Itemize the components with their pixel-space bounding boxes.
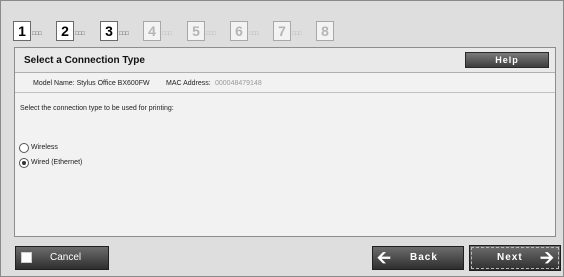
radio-wired-ethernet[interactable] — [19, 158, 29, 168]
step-number: 4 — [143, 21, 161, 41]
option-label[interactable]: Wireless — [31, 142, 58, 153]
back-label: Back — [410, 252, 438, 263]
step-dots: □□□ — [249, 31, 259, 37]
model-name: Model Name: Stylus Office BX600FW — [33, 80, 150, 87]
step-number: 3 — [100, 21, 118, 41]
arrow-left-icon: 🡨 — [377, 248, 391, 267]
cancel-button[interactable]: Cancel — [15, 246, 109, 270]
step-number: 2 — [56, 21, 74, 41]
panel-header: Select a Connection Type Help — [15, 48, 555, 73]
radio-wireless[interactable] — [19, 143, 29, 153]
next-button[interactable]: Next 🡪 — [469, 245, 561, 271]
option-label[interactable]: Wired (Ethernet) — [31, 157, 82, 168]
step-dots: □□□ — [162, 31, 172, 37]
back-button[interactable]: 🡨 Back — [372, 246, 464, 270]
mac-address-value: 000048479148 — [215, 80, 262, 87]
step-number: 1 — [13, 21, 31, 41]
connection-type-panel: Select a Connection Type Help Model Name… — [14, 47, 556, 237]
cancel-label: Cancel — [50, 252, 82, 263]
instruction-text: Select the connection type to be used fo… — [20, 105, 174, 112]
mac-address-label: MAC Address: — [166, 80, 211, 87]
radio-selected-dot — [22, 161, 26, 165]
step-dots: □□□ — [32, 31, 42, 37]
step-number: 5 — [187, 21, 205, 41]
next-label: Next — [497, 252, 523, 263]
page-title: Select a Connection Type — [24, 55, 145, 66]
help-button[interactable]: Help — [465, 52, 549, 68]
step-dots: □□□ — [292, 31, 302, 37]
step-number: 7 — [273, 21, 291, 41]
step-dots: □□□ — [119, 31, 129, 37]
arrow-right-icon: 🡪 — [540, 248, 554, 267]
installer-window: 1 □□□ 2 □□□ 3 □□□ 4 □□□ 5 □□□ 6 □□□ 7 □□… — [0, 0, 564, 277]
printer-info-row: Model Name: Stylus Office BX600FW MAC Ad… — [15, 76, 555, 93]
step-number: 8 — [316, 21, 334, 41]
step-dots: □□□ — [206, 31, 216, 37]
step-dots: □□□ — [75, 31, 85, 37]
cancel-checkbox-icon — [21, 252, 32, 263]
step-number: 6 — [230, 21, 248, 41]
